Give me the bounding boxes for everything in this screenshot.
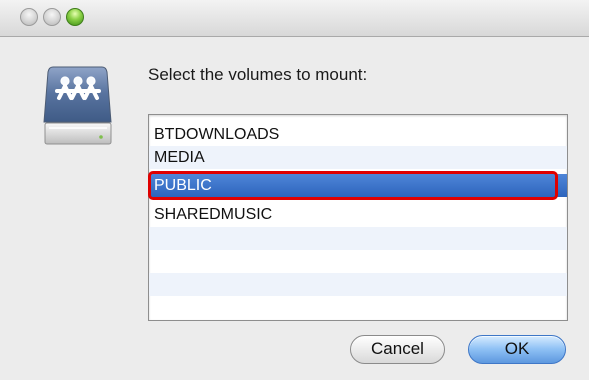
shared-server-icon xyxy=(43,66,112,145)
volume-list-item-btdownloads[interactable]: BTDOWNLOADS xyxy=(149,123,567,146)
mount-volumes-prompt: Select the volumes to mount: xyxy=(148,65,368,84)
close-window-button[interactable] xyxy=(20,8,38,26)
zoom-window-button[interactable] xyxy=(66,8,84,26)
window-titlebar[interactable] xyxy=(0,0,589,37)
minimize-window-button[interactable] xyxy=(43,8,61,26)
volume-list-item-public[interactable]: PUBLIC xyxy=(149,174,567,197)
ok-button[interactable]: OK xyxy=(468,335,566,364)
volume-list-item-sharedmusic[interactable]: SHAREDMUSIC xyxy=(149,203,567,226)
empty-list-row xyxy=(149,227,567,250)
cancel-button[interactable]: Cancel xyxy=(350,335,445,364)
volume-list-item-media[interactable]: MEDIA xyxy=(149,146,567,169)
empty-list-row xyxy=(149,296,567,319)
empty-list-row xyxy=(149,273,567,296)
empty-list-row xyxy=(149,250,567,273)
clipped-window-title xyxy=(120,0,470,6)
mount-volumes-dialog: Select the volumes to mount: BTDOWNLOADS… xyxy=(0,0,589,380)
volume-list[interactable]: BTDOWNLOADS MEDIA PUBLIC SHAREDMUSIC xyxy=(148,114,568,321)
